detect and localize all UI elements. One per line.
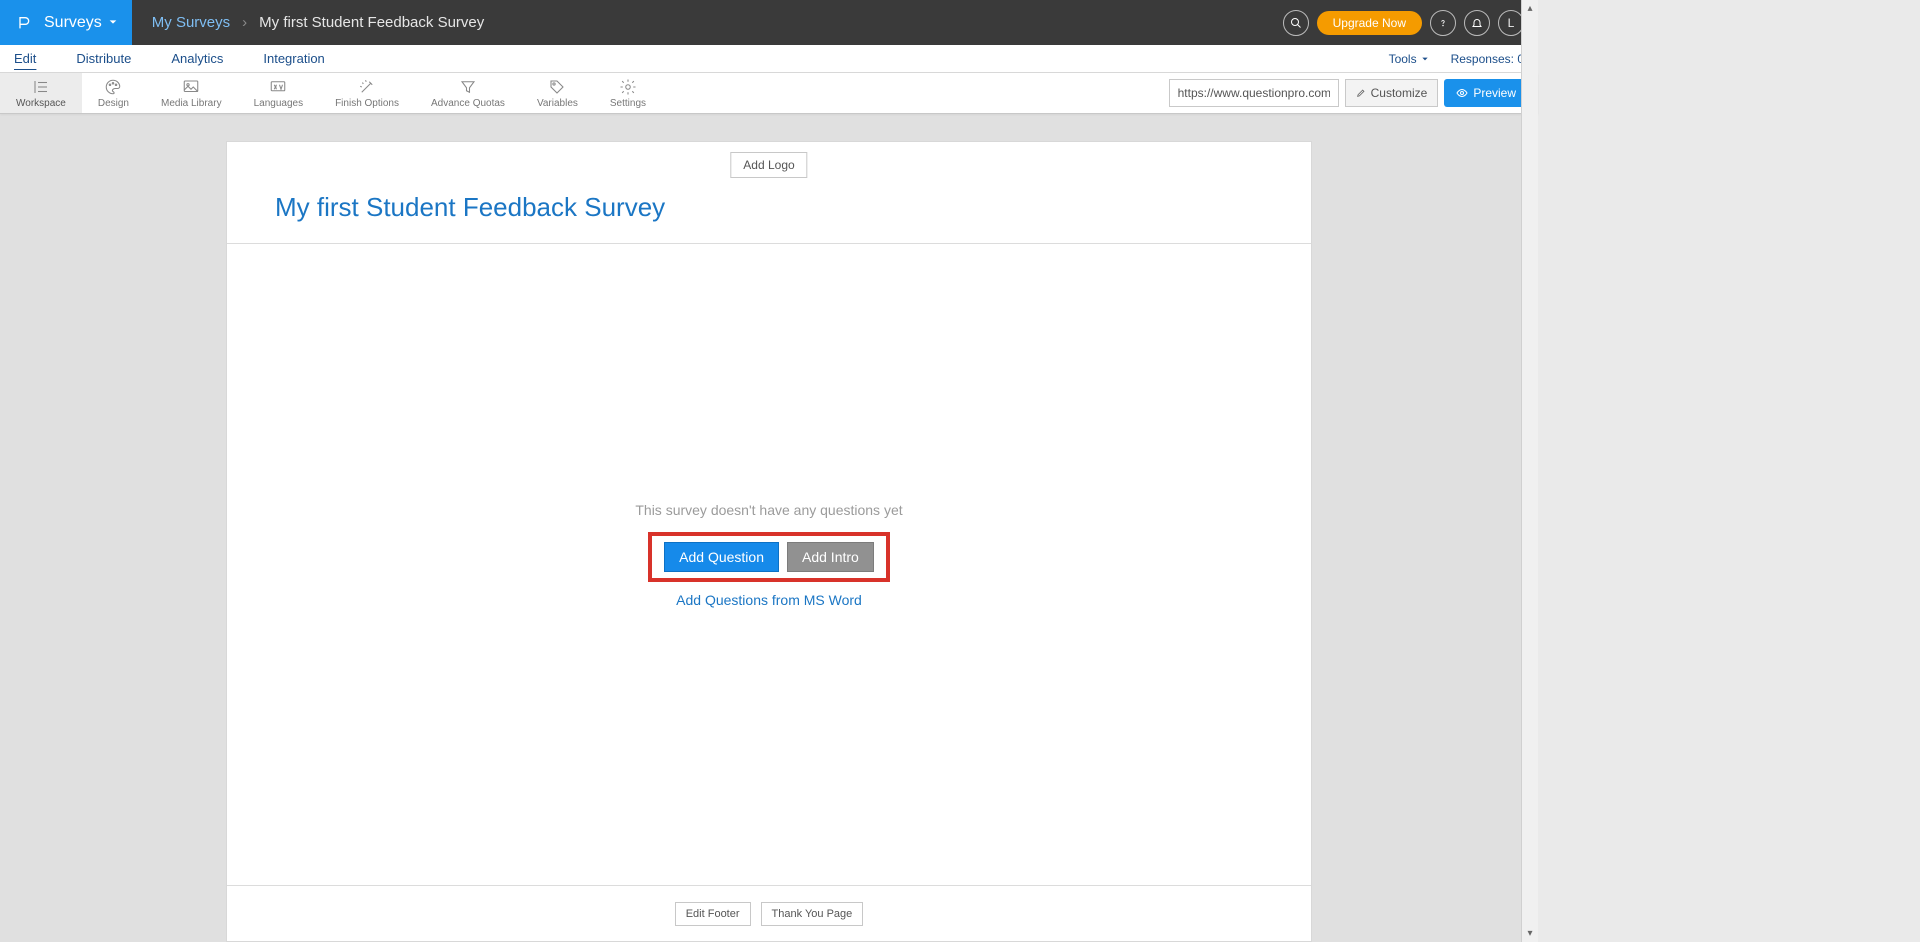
tag-icon <box>546 78 568 96</box>
editor-canvas: Add Logo My first Student Feedback Surve… <box>0 114 1538 942</box>
vertical-scrollbar[interactable]: ▴ ▾ <box>1521 0 1538 942</box>
tool-workspace[interactable]: Workspace <box>0 73 82 113</box>
preview-label: Preview <box>1473 86 1516 100</box>
search-icon[interactable] <box>1283 10 1309 36</box>
tool-media-library[interactable]: Media Library <box>145 73 238 113</box>
product-name: Surveys <box>44 14 102 32</box>
survey-url-input[interactable] <box>1169 79 1339 107</box>
survey-card: Add Logo My first Student Feedback Surve… <box>226 141 1312 942</box>
customize-label: Customize <box>1371 86 1428 100</box>
product-switcher[interactable]: Surveys <box>0 0 132 45</box>
highlighted-action-row: Add Question Add Intro <box>648 532 890 582</box>
responses-label: Responses: <box>1451 52 1514 66</box>
edit-footer-button[interactable]: Edit Footer <box>675 902 751 926</box>
eye-icon <box>1456 87 1468 99</box>
upgrade-button[interactable]: Upgrade Now <box>1317 11 1422 35</box>
tool-advance-quotas[interactable]: Advance Quotas <box>415 73 521 113</box>
tool-label: Variables <box>537 98 578 109</box>
pencil-icon <box>1356 88 1366 98</box>
app-root: Surveys My Surveys › My first Student Fe… <box>0 0 1538 942</box>
topbar: Surveys My Surveys › My first Student Fe… <box>0 0 1538 45</box>
tab-integration[interactable]: Integration <box>263 51 324 66</box>
tab-analytics[interactable]: Analytics <box>171 51 223 66</box>
scrollbar-track[interactable] <box>1522 17 1538 925</box>
tab-edit[interactable]: Edit <box>14 51 36 66</box>
tool-label: Media Library <box>161 98 222 109</box>
breadcrumb-folder[interactable]: My Surveys <box>152 14 230 31</box>
gear-icon <box>617 78 639 96</box>
chevron-right-icon: › <box>242 14 247 31</box>
add-from-word-link[interactable]: Add Questions from MS Word <box>676 592 862 608</box>
main-tabs: Edit Distribute Analytics Integration To… <box>0 45 1538 73</box>
empty-state-text: This survey doesn't have any questions y… <box>635 502 902 518</box>
survey-footer: Edit Footer Thank You Page <box>227 885 1311 941</box>
caret-down-icon <box>1421 55 1429 63</box>
editor-toolbar: Workspace Design Media Library Languages… <box>0 73 1538 114</box>
help-icon[interactable] <box>1430 10 1456 36</box>
add-question-button[interactable]: Add Question <box>664 542 779 572</box>
tool-label: Languages <box>254 98 304 109</box>
customize-button[interactable]: Customize <box>1345 79 1439 107</box>
topbar-right: Upgrade Now L <box>1283 10 1538 36</box>
scroll-down-arrow-icon[interactable]: ▾ <box>1522 925 1538 942</box>
tabrow-right: Tools Responses: 0 <box>1389 52 1524 66</box>
tool-variables[interactable]: Variables <box>521 73 594 113</box>
tool-design[interactable]: Design <box>82 73 145 113</box>
tool-label: Finish Options <box>335 98 399 109</box>
survey-body: This survey doesn't have any questions y… <box>227 244 1311 885</box>
tool-label: Advance Quotas <box>431 98 505 109</box>
notifications-icon[interactable] <box>1464 10 1490 36</box>
tools-label: Tools <box>1389 52 1417 66</box>
tool-label: Design <box>98 98 129 109</box>
workspace-icon <box>30 78 52 96</box>
tool-languages[interactable]: Languages <box>238 73 320 113</box>
scroll-up-arrow-icon[interactable]: ▴ <box>1522 0 1538 17</box>
survey-header: Add Logo My first Student Feedback Surve… <box>227 142 1311 244</box>
brand-logo-icon <box>14 13 34 33</box>
breadcrumb-current: My first Student Feedback Survey <box>259 14 484 31</box>
add-intro-button[interactable]: Add Intro <box>787 542 874 572</box>
funnel-icon <box>457 78 479 96</box>
add-logo-button[interactable]: Add Logo <box>730 152 807 178</box>
tool-label: Settings <box>610 98 646 109</box>
tools-dropdown[interactable]: Tools <box>1389 52 1429 66</box>
preview-button[interactable]: Preview <box>1444 79 1528 107</box>
survey-title[interactable]: My first Student Feedback Survey <box>275 192 1263 223</box>
tool-settings[interactable]: Settings <box>594 73 662 113</box>
magic-wand-icon <box>356 78 378 96</box>
tool-finish-options[interactable]: Finish Options <box>319 73 415 113</box>
toolbar-right: Customize Preview <box>1169 73 1538 107</box>
thank-you-page-button[interactable]: Thank You Page <box>761 902 864 926</box>
caret-down-icon <box>108 14 118 32</box>
responses-counter[interactable]: Responses: 0 <box>1451 52 1524 66</box>
tool-label: Workspace <box>16 98 66 109</box>
tab-distribute[interactable]: Distribute <box>76 51 131 66</box>
languages-icon <box>267 78 289 96</box>
image-icon <box>180 78 202 96</box>
breadcrumb: My Surveys › My first Student Feedback S… <box>152 14 484 31</box>
palette-icon <box>102 78 124 96</box>
